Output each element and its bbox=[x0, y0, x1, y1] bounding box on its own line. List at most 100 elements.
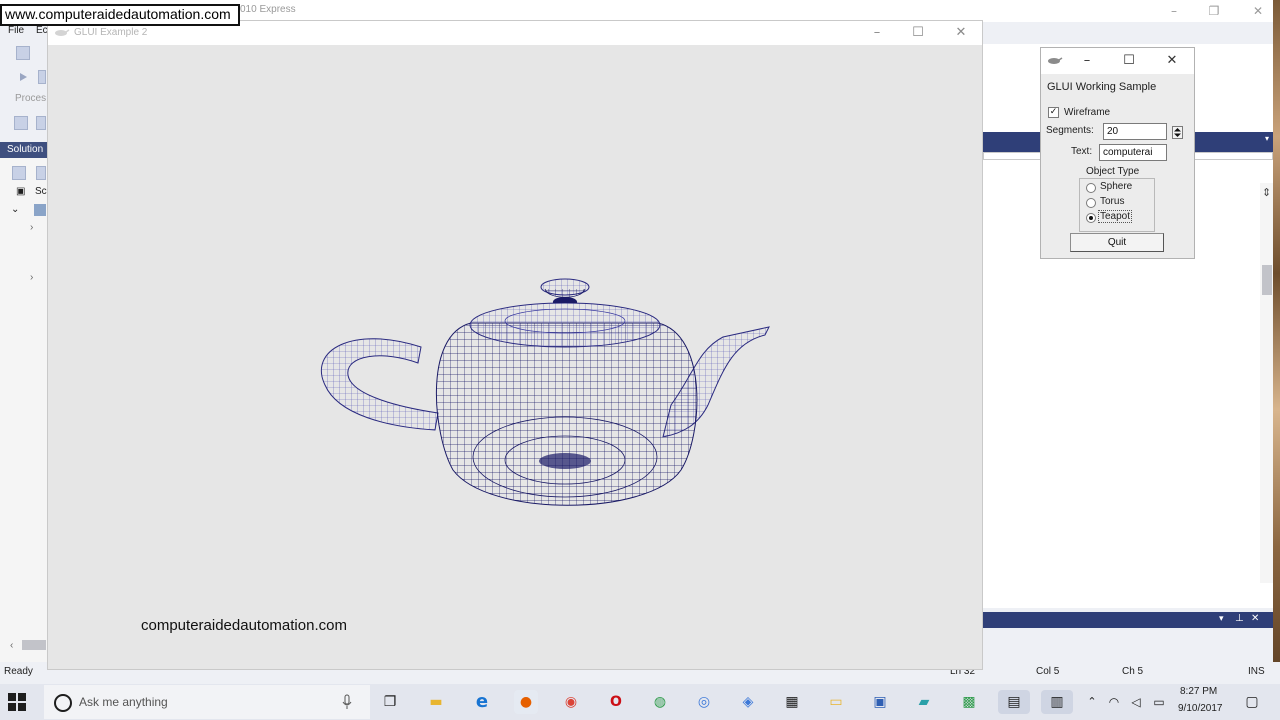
teapot-label: Teapot bbox=[1098, 210, 1133, 223]
teapot-wireframe bbox=[320, 278, 770, 506]
clock-date[interactable]: 9/10/2017 bbox=[1178, 703, 1223, 714]
editor-scrollbar[interactable] bbox=[1260, 183, 1274, 583]
calculator-icon[interactable]: ▦ bbox=[780, 690, 804, 714]
text-label: Text: bbox=[1071, 146, 1093, 157]
watermark-url: www.computeraidedautomation.com bbox=[0, 4, 240, 26]
edge-icon[interactable]: e bbox=[470, 690, 494, 714]
chrome-icon[interactable]: ◉ bbox=[559, 690, 583, 714]
segments-spinner[interactable] bbox=[1172, 126, 1183, 139]
spinner-arrows-icon bbox=[1174, 128, 1181, 137]
chevron-up-icon[interactable]: ⌃ bbox=[1082, 690, 1102, 714]
play-icon-glyph bbox=[20, 73, 27, 81]
glui-main-window: GLUI Example 2 – ☐ ✕ computeraidedautoma… bbox=[47, 20, 983, 670]
object-type-label: Object Type bbox=[1084, 166, 1142, 177]
cortana-search-box[interactable]: Ask me anything bbox=[44, 685, 370, 719]
panel-minimize-button[interactable]: – bbox=[1075, 52, 1099, 70]
battery-icon[interactable]: ▭ bbox=[1148, 690, 1170, 714]
wireframe-label: Wireframe bbox=[1064, 107, 1111, 118]
segments-label: Segments: bbox=[1046, 125, 1094, 136]
toolbar-window-icon[interactable] bbox=[14, 116, 28, 130]
torus-label: Torus bbox=[1100, 196, 1125, 207]
status-ch: Ch 5 bbox=[1122, 666, 1144, 677]
maps-icon[interactable]: ◍ bbox=[648, 690, 672, 714]
ide-minimize-button[interactable]: – bbox=[1160, 2, 1188, 20]
wifi-icon[interactable]: ◠ bbox=[1104, 690, 1124, 714]
opera-icon[interactable]: O bbox=[604, 690, 628, 714]
notifications-icon[interactable]: ▢ bbox=[1240, 690, 1264, 714]
ide-restore-button[interactable]: ❐ bbox=[1200, 2, 1228, 20]
task-view-icon[interactable]: ❐ bbox=[378, 690, 402, 714]
chevron-right-icon[interactable]: › bbox=[30, 272, 33, 283]
toolbar-icon-2[interactable] bbox=[36, 116, 46, 130]
glui-app-icon[interactable]: ▤ bbox=[998, 690, 1030, 714]
windows-start-icon[interactable] bbox=[8, 693, 26, 711]
scroll-left-icon[interactable]: ‹ bbox=[10, 640, 13, 651]
wireframe-checkbox[interactable]: ✓ bbox=[1048, 107, 1059, 118]
close-icon[interactable]: ✕ bbox=[1251, 613, 1259, 624]
desktop-wallpaper-strip bbox=[1273, 0, 1280, 684]
split-icon[interactable]: ⇕ bbox=[1262, 186, 1271, 199]
store-icon[interactable]: ▩ bbox=[957, 690, 981, 714]
menu-edit[interactable]: Ec bbox=[36, 25, 48, 36]
status-ins: INS bbox=[1248, 666, 1265, 677]
radio-sphere[interactable] bbox=[1086, 183, 1096, 193]
chevron-right-icon[interactable]: › bbox=[30, 222, 33, 233]
folder-icon[interactable]: ◈ bbox=[736, 690, 760, 714]
solution-home-icon[interactable] bbox=[12, 166, 26, 180]
chevron-down-icon[interactable]: ⌄ bbox=[11, 204, 19, 215]
chevron-down-icon[interactable]: ▾ bbox=[1265, 134, 1269, 143]
solution-header: Solution bbox=[0, 142, 48, 158]
sphere-label: Sphere bbox=[1100, 181, 1133, 192]
app-icon bbox=[1048, 57, 1063, 64]
notepad-icon[interactable]: ▰ bbox=[912, 690, 936, 714]
visual-studio-icon[interactable]: ▣ bbox=[868, 690, 892, 714]
opengl-render-area[interactable]: computeraidedautomation.com bbox=[48, 45, 982, 669]
quit-button[interactable]: Quit bbox=[1070, 233, 1164, 252]
panel-titlebar[interactable]: – ☐ ✕ bbox=[1041, 48, 1194, 74]
teapot-handle bbox=[320, 338, 439, 431]
glui-control-panel: – ☐ ✕ GLUI Working Sample ✓ Wireframe Se… bbox=[1040, 47, 1195, 259]
radio-torus[interactable] bbox=[1086, 198, 1096, 208]
text-field[interactable]: computerai bbox=[1099, 144, 1167, 161]
minimize-button[interactable]: – bbox=[862, 24, 892, 42]
volume-icon[interactable]: ◁ bbox=[1126, 690, 1146, 714]
project-icon[interactable] bbox=[34, 204, 46, 216]
pin-icon[interactable]: ⊥ bbox=[1235, 613, 1244, 624]
close-button[interactable]: ✕ bbox=[946, 24, 976, 42]
cortana-icon bbox=[54, 694, 72, 712]
status-col: Col 5 bbox=[1036, 666, 1060, 677]
microphone-icon[interactable] bbox=[342, 694, 352, 710]
main-window-title: GLUI Example 2 bbox=[74, 27, 148, 38]
glui-panel-icon[interactable]: ▥ bbox=[1041, 690, 1073, 714]
process-label: Proces bbox=[15, 93, 47, 104]
solution-sync-icon[interactable] bbox=[36, 166, 46, 180]
panel-heading: GLUI Working Sample bbox=[1047, 81, 1157, 93]
maximize-button[interactable]: ☐ bbox=[903, 24, 933, 42]
firefox-icon[interactable]: ● bbox=[514, 690, 538, 714]
output-panel-header: ▾ ⊥ ✕ bbox=[983, 612, 1273, 628]
network-icon[interactable]: ◎ bbox=[692, 690, 716, 714]
clock-time[interactable]: 8:27 PM bbox=[1180, 686, 1217, 697]
toolbar-icon[interactable] bbox=[38, 70, 46, 84]
menu-file[interactable]: File bbox=[8, 25, 24, 36]
play-icon[interactable] bbox=[16, 70, 30, 84]
panel-close-button[interactable]: ✕ bbox=[1160, 52, 1184, 70]
file-explorer-icon[interactable]: ▬ bbox=[424, 690, 448, 714]
photos-icon[interactable]: ▭ bbox=[824, 690, 848, 714]
horizontal-scrollbar[interactable] bbox=[22, 640, 46, 650]
solution-icon: ▣ bbox=[16, 186, 26, 197]
render-text-label: computeraidedautomation.com bbox=[141, 617, 347, 634]
search-placeholder: Ask me anything bbox=[79, 695, 168, 709]
editor-scroll-thumb[interactable] bbox=[1262, 265, 1272, 295]
chevron-down-icon[interactable]: ▾ bbox=[1219, 614, 1224, 624]
ide-close-button[interactable]: ✕ bbox=[1244, 2, 1272, 20]
panel-maximize-button[interactable]: ☐ bbox=[1117, 52, 1141, 70]
radio-teapot[interactable] bbox=[1086, 213, 1096, 223]
taskbar: Ask me anything ❐ ▬ e ● ◉ O ◍ ◎ ◈ ▦ ▭ ▣ … bbox=[0, 684, 1280, 720]
app-icon bbox=[55, 29, 70, 36]
segments-field[interactable]: 20 bbox=[1103, 123, 1167, 140]
status-ready: Ready bbox=[4, 666, 33, 677]
tree-item-solution[interactable]: Sc bbox=[35, 186, 47, 197]
solution-title: Solution bbox=[7, 144, 44, 155]
toolbar-new-icon[interactable] bbox=[16, 46, 30, 60]
